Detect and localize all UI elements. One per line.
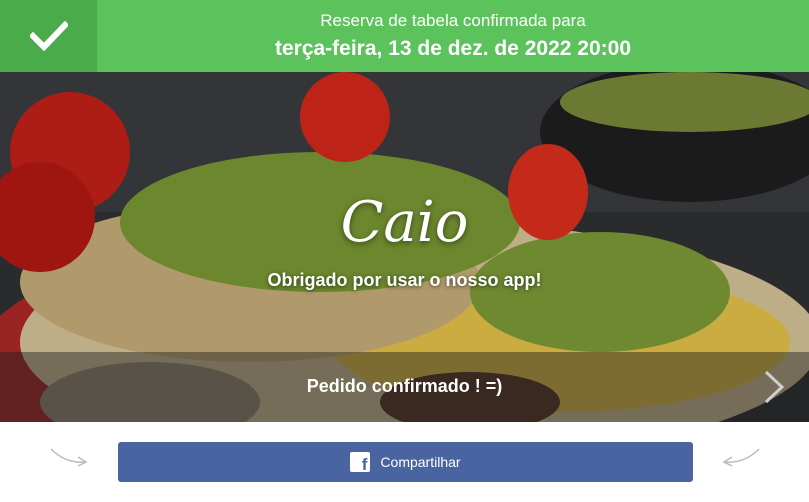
order-confirmed-text: Pedido confirmado ! =): [306, 376, 503, 396]
chevron-right-icon[interactable]: [763, 370, 785, 404]
order-status-band: Pedido confirmado ! =): [0, 352, 809, 422]
curved-arrow-left-icon: [50, 448, 88, 467]
reservation-label: Reserva de tabela confirmada para: [320, 11, 586, 30]
facebook-icon: f: [350, 452, 371, 474]
confirmation-banner: Reserva de tabela confirmada para terça-…: [0, 0, 809, 72]
checkmark-icon: [29, 21, 68, 51]
share-label: Compartilhar: [380, 454, 461, 470]
customer-name: Caio: [340, 190, 469, 255]
reservation-datetime: terça-feira, 13 de dez. de 2022 20:00: [274, 37, 632, 60]
checkmark-badge: [0, 0, 97, 72]
thanks-message: Obrigado por usar o nosso app!: [267, 270, 542, 290]
hero-food-image: Caio Obrigado por usar o nosso app! Pedi…: [0, 72, 809, 422]
reservation-info: Reserva de tabela confirmada para terça-…: [97, 0, 809, 72]
share-footer: f Compartilhar: [0, 422, 809, 502]
curved-arrow-right-icon: [722, 448, 760, 467]
facebook-share-button[interactable]: f Compartilhar: [118, 442, 693, 482]
